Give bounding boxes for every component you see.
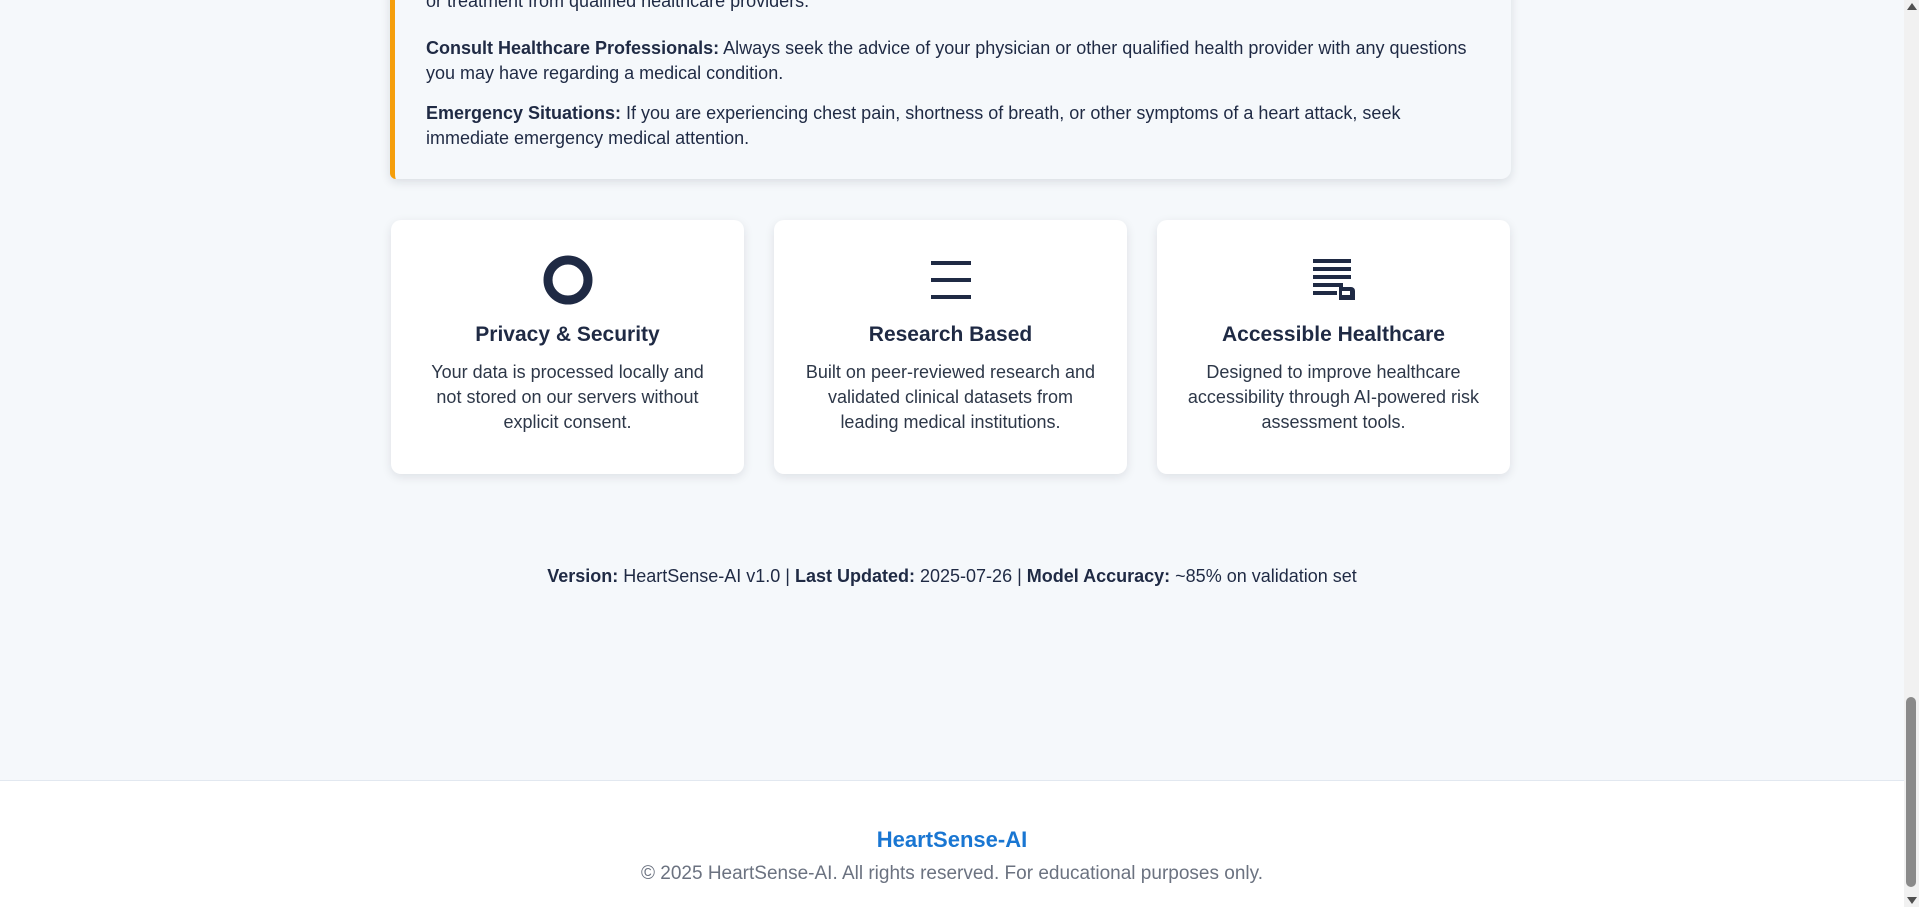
consult-label: Consult Healthcare Professionals: [426, 38, 720, 58]
version-label: Version: [547, 566, 619, 586]
feature-card-privacy: Privacy & Security Your data is processe… [391, 220, 744, 474]
feature-title: Research Based [868, 323, 1033, 346]
model-accuracy-value: ~85% on validation set [1170, 566, 1357, 586]
feature-card-research: Research Based Built on peer-reviewed re… [774, 220, 1127, 474]
feature-title: Accessible Healthcare [1222, 323, 1445, 346]
vertical-scrollbar[interactable] [1904, 0, 1919, 907]
disclaimer-consult-paragraph: Consult Healthcare Professionals: Always… [426, 36, 1471, 86]
last-updated-label: Last Updated: [794, 566, 915, 586]
feature-text: Built on peer-reviewed research and vali… [805, 362, 1096, 432]
footer-brand-link[interactable]: HeartSense-AI [0, 827, 1904, 853]
scroll-up-arrow-icon[interactable] [1907, 3, 1917, 10]
feature-title: Privacy & Security [475, 323, 660, 346]
page: or treatment from qualified healthcare p… [0, 0, 1919, 907]
feature-text: Your data is processed locally and not s… [431, 362, 704, 432]
lines-icon [930, 261, 971, 299]
disclaimer-emergency-paragraph: Emergency Situations: If you are experie… [426, 101, 1471, 151]
medical-disclaimer-card: or treatment from qualified healthcare p… [390, 0, 1511, 179]
features-row: Privacy & Security Your data is processe… [391, 220, 1511, 474]
disclaimer-cut-line: or treatment from qualified healthcare p… [426, 0, 810, 11]
feature-text: Designed to improve healthcare accessibi… [1187, 362, 1480, 432]
circle-icon [543, 255, 592, 305]
scrollbar-thumb[interactable] [1906, 697, 1916, 887]
page-viewport: or treatment from qualified healthcare p… [0, 0, 1904, 907]
model-accuracy-label: Model Accuracy: [1026, 566, 1171, 586]
emergency-label: Emergency Situations: [426, 103, 622, 123]
site-footer: HeartSense-AI © 2025 HeartSense-AI. All … [0, 780, 1904, 907]
last-updated-value: 2025-07-26 | [915, 566, 1027, 586]
footer-copyright: © 2025 HeartSense-AI. All rights reserve… [641, 863, 1263, 884]
document-icon [1312, 259, 1355, 300]
scroll-down-arrow-icon[interactable] [1907, 897, 1917, 904]
feature-card-accessible: Accessible Healthcare Designed to improv… [1157, 220, 1510, 474]
version-value: HeartSense-AI v1.0 | [618, 566, 795, 586]
version-info-line: Version: HeartSense-AI v1.0 | Last Updat… [0, 566, 1904, 587]
